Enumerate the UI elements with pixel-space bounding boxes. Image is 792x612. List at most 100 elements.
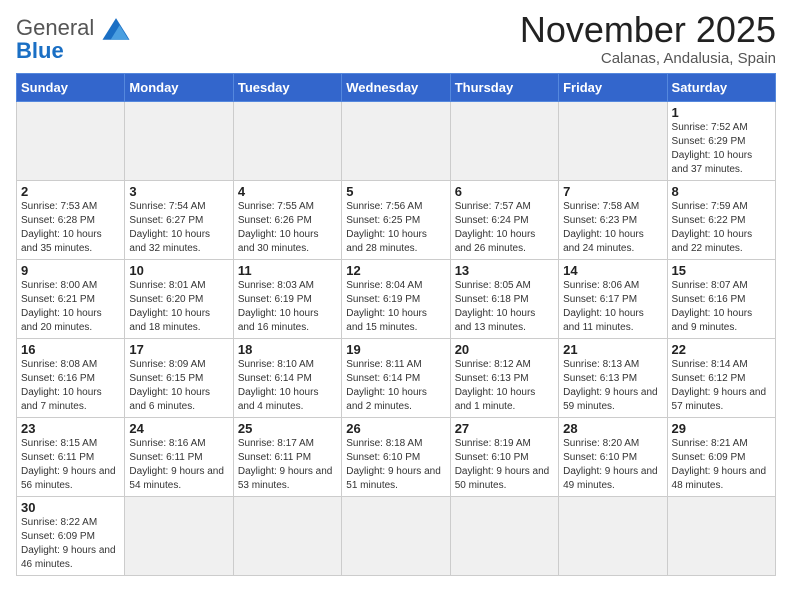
table-row: 4Sunrise: 7:55 AMSunset: 6:26 PMDaylight… (233, 180, 341, 259)
day-number: 26 (346, 421, 445, 436)
table-row: 18Sunrise: 8:10 AMSunset: 6:14 PMDayligh… (233, 338, 341, 417)
day-info: Sunrise: 8:08 AMSunset: 6:16 PMDaylight:… (21, 358, 120, 414)
day-number: 20 (455, 342, 554, 357)
day-number: 10 (129, 263, 228, 278)
day-number: 5 (346, 184, 445, 199)
table-row: 20Sunrise: 8:12 AMSunset: 6:13 PMDayligh… (450, 338, 558, 417)
table-row: 23Sunrise: 8:15 AMSunset: 6:11 PMDayligh… (17, 417, 125, 496)
day-info: Sunrise: 7:54 AMSunset: 6:27 PMDaylight:… (129, 200, 228, 256)
page: General Blue November 2025 Calanas, Anda… (0, 0, 792, 586)
day-info: Sunrise: 8:04 AMSunset: 6:19 PMDaylight:… (346, 279, 445, 335)
day-info: Sunrise: 8:12 AMSunset: 6:13 PMDaylight:… (455, 358, 554, 414)
table-row (450, 496, 558, 575)
col-friday: Friday (559, 73, 667, 101)
day-info: Sunrise: 8:06 AMSunset: 6:17 PMDaylight:… (563, 279, 662, 335)
table-row (125, 101, 233, 180)
col-thursday: Thursday (450, 73, 558, 101)
table-row (17, 101, 125, 180)
table-row: 6Sunrise: 7:57 AMSunset: 6:24 PMDaylight… (450, 180, 558, 259)
day-number: 16 (21, 342, 120, 357)
day-info: Sunrise: 8:15 AMSunset: 6:11 PMDaylight:… (21, 437, 120, 493)
day-number: 27 (455, 421, 554, 436)
table-row: 13Sunrise: 8:05 AMSunset: 6:18 PMDayligh… (450, 259, 558, 338)
day-info: Sunrise: 8:18 AMSunset: 6:10 PMDaylight:… (346, 437, 445, 493)
day-number: 15 (672, 263, 771, 278)
table-row (450, 101, 558, 180)
day-number: 8 (672, 184, 771, 199)
table-row: 3Sunrise: 7:54 AMSunset: 6:27 PMDaylight… (125, 180, 233, 259)
day-info: Sunrise: 7:58 AMSunset: 6:23 PMDaylight:… (563, 200, 662, 256)
table-row: 8Sunrise: 7:59 AMSunset: 6:22 PMDaylight… (667, 180, 775, 259)
logo: General Blue (16, 14, 134, 64)
subtitle: Calanas, Andalusia, Spain (520, 50, 776, 67)
day-number: 4 (238, 184, 337, 199)
day-info: Sunrise: 8:13 AMSunset: 6:13 PMDaylight:… (563, 358, 662, 414)
table-row: 16Sunrise: 8:08 AMSunset: 6:16 PMDayligh… (17, 338, 125, 417)
title-section: November 2025 Calanas, Andalusia, Spain (520, 10, 776, 67)
day-info: Sunrise: 8:01 AMSunset: 6:20 PMDaylight:… (129, 279, 228, 335)
table-row: 22Sunrise: 8:14 AMSunset: 6:12 PMDayligh… (667, 338, 775, 417)
day-number: 21 (563, 342, 662, 357)
table-row: 30Sunrise: 8:22 AMSunset: 6:09 PMDayligh… (17, 496, 125, 575)
table-row (342, 496, 450, 575)
table-row (233, 496, 341, 575)
col-sunday: Sunday (17, 73, 125, 101)
day-info: Sunrise: 7:59 AMSunset: 6:22 PMDaylight:… (672, 200, 771, 256)
day-info: Sunrise: 7:53 AMSunset: 6:28 PMDaylight:… (21, 200, 120, 256)
calendar-header-row: Sunday Monday Tuesday Wednesday Thursday… (17, 73, 776, 101)
day-number: 17 (129, 342, 228, 357)
table-row (559, 496, 667, 575)
table-row: 1Sunrise: 7:52 AMSunset: 6:29 PMDaylight… (667, 101, 775, 180)
day-number: 14 (563, 263, 662, 278)
day-number: 22 (672, 342, 771, 357)
table-row: 11Sunrise: 8:03 AMSunset: 6:19 PMDayligh… (233, 259, 341, 338)
day-info: Sunrise: 8:07 AMSunset: 6:16 PMDaylight:… (672, 279, 771, 335)
table-row: 29Sunrise: 8:21 AMSunset: 6:09 PMDayligh… (667, 417, 775, 496)
day-number: 9 (21, 263, 120, 278)
day-number: 11 (238, 263, 337, 278)
table-row: 17Sunrise: 8:09 AMSunset: 6:15 PMDayligh… (125, 338, 233, 417)
col-monday: Monday (125, 73, 233, 101)
table-row (233, 101, 341, 180)
table-row: 19Sunrise: 8:11 AMSunset: 6:14 PMDayligh… (342, 338, 450, 417)
day-number: 30 (21, 500, 120, 515)
day-number: 28 (563, 421, 662, 436)
day-number: 1 (672, 105, 771, 120)
logo-icon (98, 14, 134, 42)
table-row (125, 496, 233, 575)
table-row: 25Sunrise: 8:17 AMSunset: 6:11 PMDayligh… (233, 417, 341, 496)
day-info: Sunrise: 8:21 AMSunset: 6:09 PMDaylight:… (672, 437, 771, 493)
table-row: 21Sunrise: 8:13 AMSunset: 6:13 PMDayligh… (559, 338, 667, 417)
day-number: 13 (455, 263, 554, 278)
table-row: 28Sunrise: 8:20 AMSunset: 6:10 PMDayligh… (559, 417, 667, 496)
day-info: Sunrise: 7:55 AMSunset: 6:26 PMDaylight:… (238, 200, 337, 256)
table-row (559, 101, 667, 180)
day-number: 24 (129, 421, 228, 436)
day-info: Sunrise: 8:20 AMSunset: 6:10 PMDaylight:… (563, 437, 662, 493)
table-row: 12Sunrise: 8:04 AMSunset: 6:19 PMDayligh… (342, 259, 450, 338)
day-number: 3 (129, 184, 228, 199)
table-row (667, 496, 775, 575)
table-row: 15Sunrise: 8:07 AMSunset: 6:16 PMDayligh… (667, 259, 775, 338)
table-row (342, 101, 450, 180)
day-info: Sunrise: 7:57 AMSunset: 6:24 PMDaylight:… (455, 200, 554, 256)
day-info: Sunrise: 8:19 AMSunset: 6:10 PMDaylight:… (455, 437, 554, 493)
day-info: Sunrise: 8:14 AMSunset: 6:12 PMDaylight:… (672, 358, 771, 414)
col-wednesday: Wednesday (342, 73, 450, 101)
header: General Blue November 2025 Calanas, Anda… (16, 10, 776, 67)
day-info: Sunrise: 8:17 AMSunset: 6:11 PMDaylight:… (238, 437, 337, 493)
day-info: Sunrise: 7:52 AMSunset: 6:29 PMDaylight:… (672, 121, 771, 177)
col-tuesday: Tuesday (233, 73, 341, 101)
day-info: Sunrise: 8:11 AMSunset: 6:14 PMDaylight:… (346, 358, 445, 414)
day-number: 23 (21, 421, 120, 436)
day-number: 29 (672, 421, 771, 436)
day-number: 2 (21, 184, 120, 199)
day-info: Sunrise: 8:05 AMSunset: 6:18 PMDaylight:… (455, 279, 554, 335)
table-row: 14Sunrise: 8:06 AMSunset: 6:17 PMDayligh… (559, 259, 667, 338)
day-number: 7 (563, 184, 662, 199)
table-row: 26Sunrise: 8:18 AMSunset: 6:10 PMDayligh… (342, 417, 450, 496)
table-row: 9Sunrise: 8:00 AMSunset: 6:21 PMDaylight… (17, 259, 125, 338)
day-info: Sunrise: 7:56 AMSunset: 6:25 PMDaylight:… (346, 200, 445, 256)
day-info: Sunrise: 8:16 AMSunset: 6:11 PMDaylight:… (129, 437, 228, 493)
day-number: 19 (346, 342, 445, 357)
